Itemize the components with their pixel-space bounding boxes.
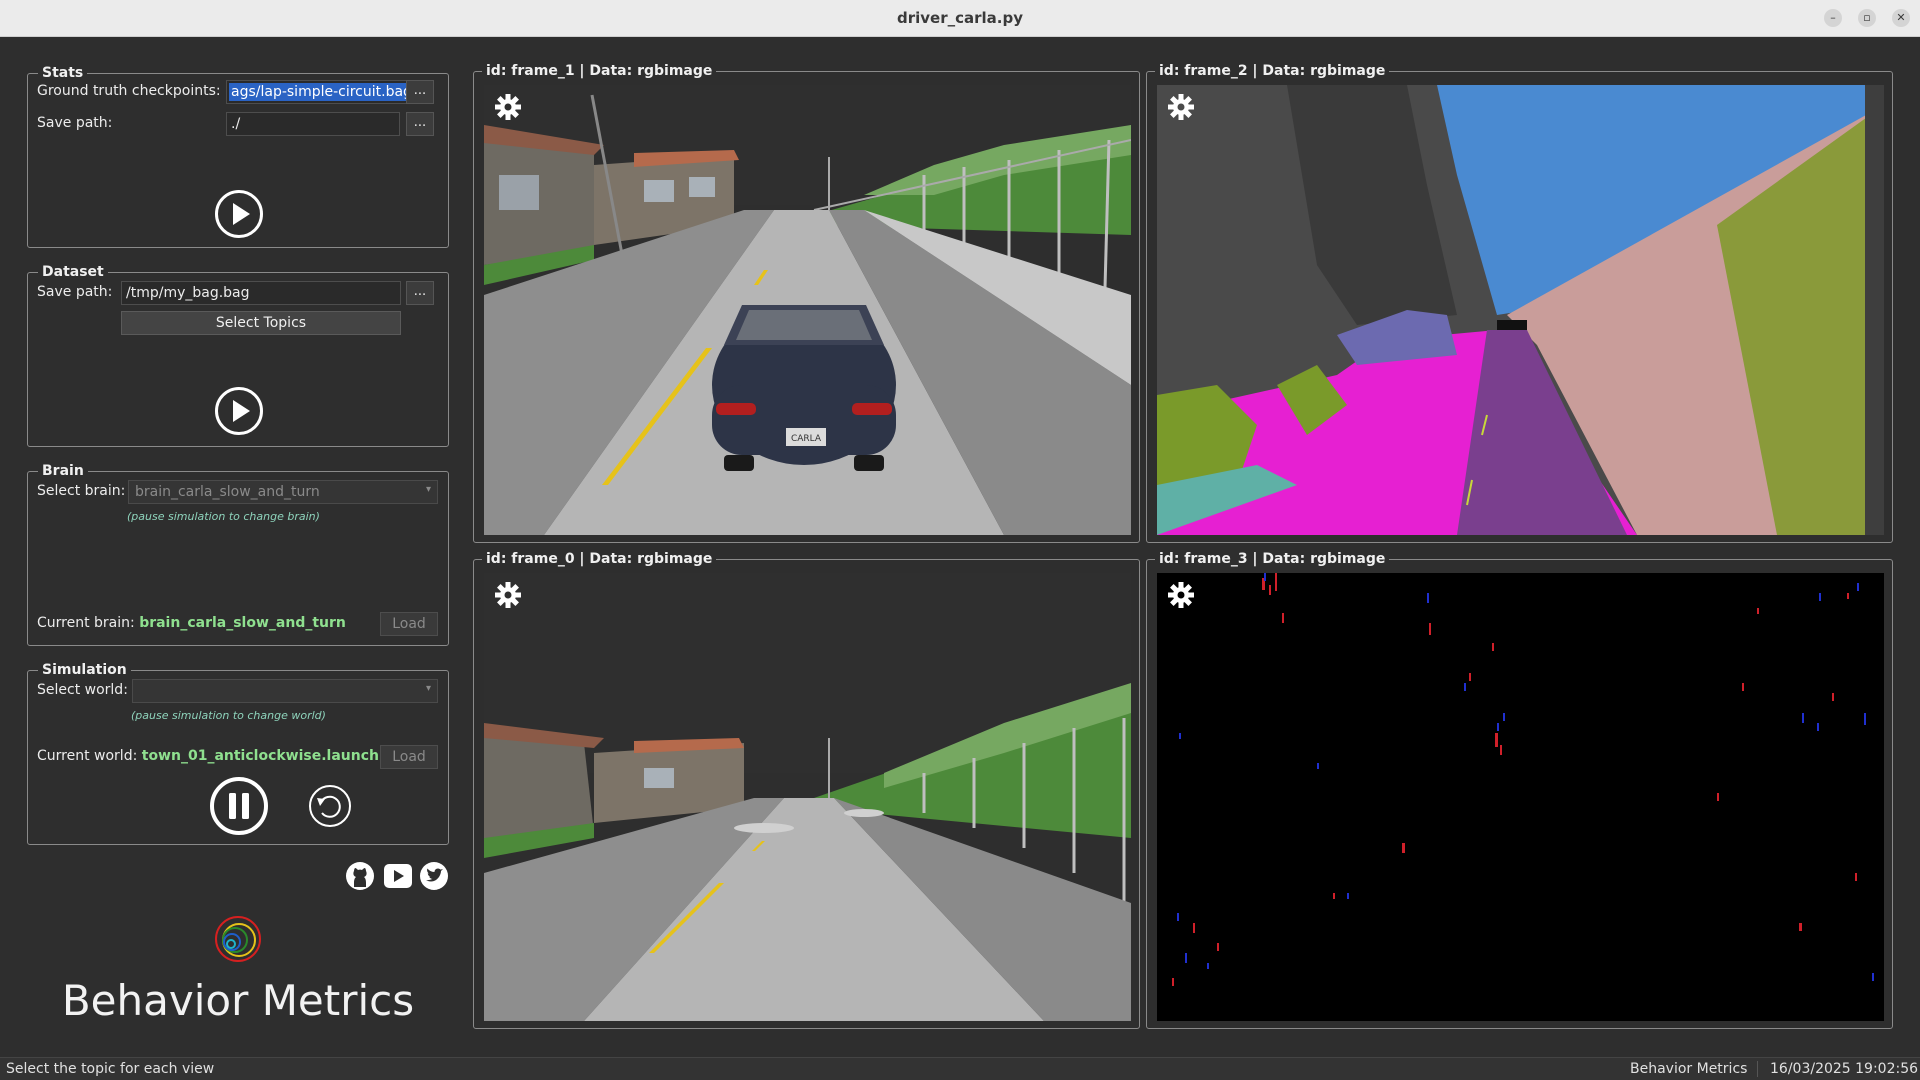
- current-world-value: town_01_anticlockwise.launch.py: [141, 748, 404, 764]
- frame-3-view[interactable]: [1157, 573, 1884, 1021]
- stats-save-path-label: Save path:: [37, 115, 113, 131]
- frame-1-view[interactable]: CARLA: [484, 85, 1131, 535]
- car-plate: CARLA: [791, 434, 822, 444]
- brain-title: Brain: [38, 463, 88, 479]
- select-topics-button[interactable]: Select Topics: [121, 311, 401, 335]
- checkpoints-value: ags/lap-simple-circuit.bag: [229, 83, 414, 101]
- frame-1-panel: id: frame_1 | Data: rgbimage CARLA: [473, 63, 1140, 543]
- github-icon[interactable]: [345, 861, 375, 891]
- frame-0-image: [484, 573, 1131, 1021]
- play-icon: [233, 400, 250, 422]
- stats-title: Stats: [38, 65, 88, 81]
- dataset-play-button[interactable]: [214, 386, 264, 436]
- pause-icon: [229, 793, 249, 819]
- dataset-title: Dataset: [38, 264, 108, 280]
- checkpoints-browse-button[interactable]: ...: [406, 80, 434, 104]
- status-bar: Select the topic for each view Behavior …: [0, 1057, 1920, 1080]
- frame-2-image: [1157, 85, 1884, 535]
- chevron-down-icon: ▾: [425, 683, 431, 694]
- maximize-button[interactable]: ▫: [1858, 9, 1876, 27]
- select-brain-label: Select brain:: [37, 483, 126, 499]
- frame-1-header: id: frame_1 | Data: rgbimage: [482, 63, 717, 79]
- title-bar: driver_carla.py – ▫ ✕: [0, 0, 1920, 37]
- chevron-down-icon: ▾: [425, 484, 431, 495]
- current-brain-caption: Current brain:: [37, 615, 135, 631]
- dataset-browse-button[interactable]: ...: [406, 281, 434, 305]
- select-world-dropdown[interactable]: ▾: [132, 679, 438, 703]
- frame-2-view[interactable]: [1157, 85, 1884, 535]
- gear-icon[interactable]: [494, 581, 522, 609]
- stats-save-path-input[interactable]: ./: [226, 112, 400, 136]
- play-icon: [233, 203, 250, 225]
- close-button[interactable]: ✕: [1892, 9, 1910, 27]
- simulation-title: Simulation: [38, 662, 131, 678]
- status-datetime: 16/03/2025 19:02:56: [1770, 1061, 1919, 1077]
- dataset-group: Dataset Save path: /tmp/my_bag.bag ... S…: [27, 264, 449, 447]
- current-world-caption: Current world:: [37, 748, 138, 764]
- twitter-icon[interactable]: [419, 861, 449, 891]
- minimize-button[interactable]: –: [1824, 9, 1842, 27]
- current-brain-label: Current brain: brain_carla_slow_and_turn: [37, 615, 346, 631]
- simulation-group: Simulation Select world: ▾ (pause simula…: [27, 662, 449, 845]
- gear-icon[interactable]: [1167, 93, 1195, 121]
- dataset-save-path-input[interactable]: /tmp/my_bag.bag: [121, 281, 401, 305]
- frame-3-header: id: frame_3 | Data: rgbimage: [1155, 551, 1390, 567]
- status-message: Select the topic for each view: [6, 1061, 215, 1077]
- select-brain-dropdown[interactable]: brain_carla_slow_and_turn ▾: [128, 480, 438, 504]
- status-app-name: Behavior Metrics: [1630, 1061, 1759, 1077]
- checkpoints-input[interactable]: ags/lap-simple-circuit.bag: [226, 80, 430, 104]
- frame-3-image: [1172, 573, 1874, 986]
- stats-play-button[interactable]: [214, 189, 264, 239]
- brain-load-button[interactable]: Load: [380, 612, 438, 636]
- select-world-label: Select world:: [37, 682, 128, 698]
- frame-3-panel: id: frame_3 | Data: rgbimage: [1146, 551, 1893, 1029]
- brain-group: Brain Select brain: brain_carla_slow_and…: [27, 463, 449, 646]
- pause-button[interactable]: [209, 776, 269, 836]
- checkpoints-label: Ground truth checkpoints:: [37, 83, 221, 99]
- frame-1-image: CARLA: [484, 85, 1131, 535]
- world-load-button[interactable]: Load: [380, 745, 438, 769]
- current-brain-value: brain_carla_slow_and_turn: [139, 615, 346, 631]
- logo-icon: [215, 916, 261, 962]
- current-world-label: Current world: town_01_anticlockwise.lau…: [37, 748, 403, 764]
- window-title: driver_carla.py: [896, 9, 1023, 27]
- frame-0-panel: id: frame_0 | Data: rgbimage: [473, 551, 1140, 1029]
- dataset-save-path-label: Save path:: [37, 284, 113, 300]
- gear-icon[interactable]: [1167, 581, 1195, 609]
- reload-button[interactable]: [308, 784, 352, 828]
- gear-icon[interactable]: [494, 93, 522, 121]
- world-hint: (pause simulation to change world): [131, 709, 326, 722]
- stats-group: Stats Ground truth checkpoints: ags/lap-…: [27, 65, 449, 248]
- frame-2-header: id: frame_2 | Data: rgbimage: [1155, 63, 1390, 79]
- youtube-icon[interactable]: [383, 861, 413, 891]
- brain-hint: (pause simulation to change brain): [127, 510, 320, 523]
- frame-2-panel: id: frame_2 | Data: rgbimage: [1146, 63, 1893, 543]
- frame-0-view[interactable]: [484, 573, 1131, 1021]
- app-name: Behavior Metrics: [61, 976, 415, 1025]
- frame-0-header: id: frame_0 | Data: rgbimage: [482, 551, 717, 567]
- select-brain-value: brain_carla_slow_and_turn: [135, 484, 320, 500]
- stats-save-path-browse-button[interactable]: ...: [406, 112, 434, 136]
- reload-icon: [317, 795, 341, 818]
